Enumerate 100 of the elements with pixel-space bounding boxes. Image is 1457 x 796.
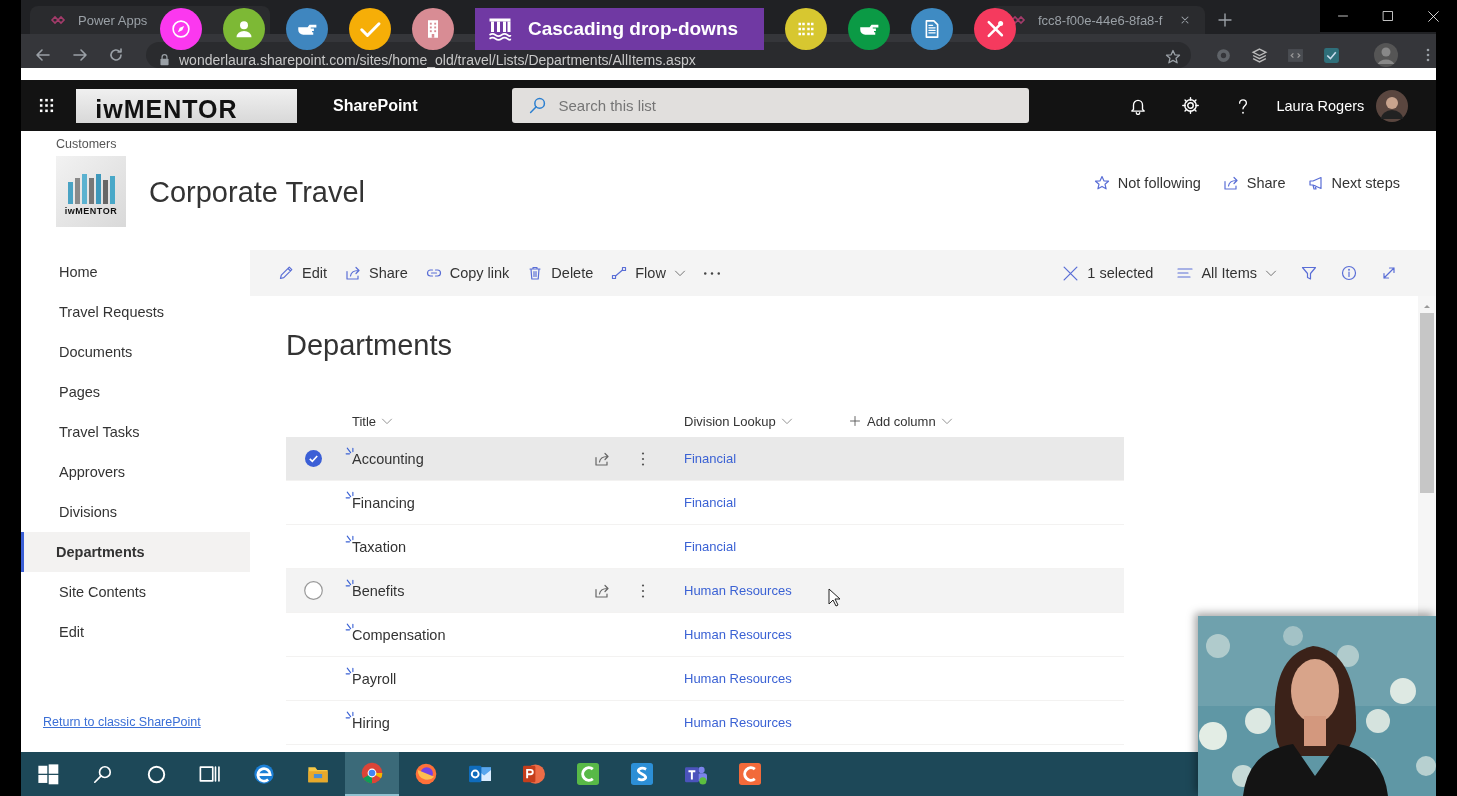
topic-label[interactable]: Cascading drop-downs [475,8,764,50]
lines-icon [1177,265,1194,281]
forward-icon[interactable] [72,47,88,63]
tab-close-icon[interactable] [1179,14,1191,26]
share-button[interactable]: Share [1222,175,1286,191]
app-icon[interactable] [739,763,761,785]
division-link[interactable]: Financial [684,495,737,510]
nav-link[interactable]: Edit [21,612,250,652]
close-icon[interactable] [1427,9,1441,23]
more-icon [703,271,720,275]
item-title[interactable]: Hiring [352,714,390,731]
info-icon [1341,265,1357,281]
mail-icon[interactable] [469,763,491,785]
copy-link-button[interactable]: Copy link [420,257,515,289]
flow-icon [611,265,628,281]
scrollbar-thumb[interactable] [1420,313,1434,493]
browser-icon[interactable] [253,763,275,785]
chevron-down-icon [780,415,793,427]
check-icon[interactable] [1323,47,1340,64]
start-icon[interactable] [37,763,59,785]
site-logo[interactable]: iwMENTOR [56,156,126,227]
browser-icon[interactable] [415,763,437,785]
back-icon[interactable] [35,47,51,63]
browser-icon[interactable] [361,762,383,784]
list-row[interactable]: Financing Financial [286,481,1124,525]
column-header[interactable]: Title [340,413,670,429]
new-tab-icon[interactable] [1217,12,1233,28]
star-icon [1093,175,1110,191]
item-title[interactable]: Compensation [352,626,446,643]
nav-link[interactable]: Pages [21,372,250,412]
app-name[interactable]: SharePoint [333,96,418,115]
maximize-icon[interactable] [1382,10,1394,22]
division-link[interactable]: Human Resources [684,715,792,730]
flow-button[interactable]: Flow [606,257,691,289]
item-title[interactable]: Payroll [352,670,397,687]
nav-link[interactable]: Documents [21,332,250,372]
nav-link[interactable]: Approvers [21,452,250,492]
search-icon [529,97,547,114]
division-link[interactable]: Financial [684,451,737,466]
classic-link[interactable]: Return to classic SharePoint [43,713,250,731]
star-icon[interactable] [1165,49,1181,65]
nav-link[interactable]: Travel Tasks [21,412,250,452]
list-row[interactable]: Accounting Financial [286,437,1124,481]
share-icon[interactable] [594,582,610,599]
chevron-down-icon [381,415,394,427]
logo[interactable]: iwMENTOR [76,88,297,123]
breadcrumb-link[interactable]: Customers [56,137,365,152]
column-header[interactable]: Division Lookup [670,413,835,429]
division-link[interactable]: Financial [684,539,737,554]
nav-link[interactable]: Site Contents [21,572,250,612]
new-item-icon [345,710,354,719]
item-title[interactable]: Accounting [352,450,424,467]
search-field[interactable]: Search this list [512,88,1030,123]
expand-icon [1381,265,1397,281]
ring-icon[interactable] [146,764,166,784]
delete-button[interactable]: Delete [522,257,599,289]
checkbox[interactable] [303,581,323,600]
nav-link[interactable]: Departments [21,532,250,572]
division-link[interactable]: Human Resources [684,583,792,598]
list-row[interactable]: Compensation Human Resources [286,613,1124,657]
clear-selection-button[interactable]: 1 selected [1057,257,1159,289]
list-row[interactable]: Hiring Human Resources [286,701,1124,745]
new-item-icon [345,446,354,455]
column-header[interactable]: Add column [835,413,1124,429]
share-icon[interactable] [594,450,610,467]
item-title[interactable]: Taxation [352,538,406,555]
reload-icon[interactable] [108,47,124,63]
division-link[interactable]: Human Resources [684,671,792,686]
next-steps-button[interactable]: Next steps [1307,175,1400,191]
new-item-icon [345,490,354,499]
task-view-icon[interactable] [199,763,221,785]
profile-avatar[interactable] [1374,43,1398,67]
nav-link[interactable]: Divisions [21,492,250,532]
chevron-down-icon [940,415,953,427]
edit-button[interactable]: Edit [273,257,332,289]
checkbox[interactable] [304,450,322,467]
user-name[interactable]: Laura Rogers [1276,97,1365,114]
division-link[interactable]: Human Resources [684,627,792,642]
app-launcher-icon[interactable] [38,97,55,114]
nav-link[interactable]: Travel Requests [21,292,250,332]
item-title[interactable]: Benefits [352,582,405,599]
layers-icon[interactable] [1251,47,1268,64]
person-icon [234,19,254,39]
logo-text: iwMENTOR [64,205,118,216]
app-icon[interactable] [631,763,653,785]
new-item-icon [345,622,354,631]
avatar[interactable] [1376,89,1409,122]
scrollbar[interactable] [1418,296,1436,616]
share-button[interactable]: Share [340,257,413,289]
settings-icon[interactable] [1181,96,1201,115]
code-icon[interactable] [1287,47,1304,64]
slides-icon[interactable] [523,763,545,785]
nav-link[interactable]: Home [21,252,250,292]
list-row[interactable]: Benefits Human Resources [286,569,1124,613]
view-button[interactable]: All Items [1172,257,1282,289]
search-icon[interactable] [92,764,112,784]
dam-icon [488,17,512,41]
item-title[interactable]: Financing [352,494,415,511]
list-row[interactable]: Payroll Human Resources [286,657,1124,701]
follow-button[interactable]: Not following [1093,175,1201,191]
